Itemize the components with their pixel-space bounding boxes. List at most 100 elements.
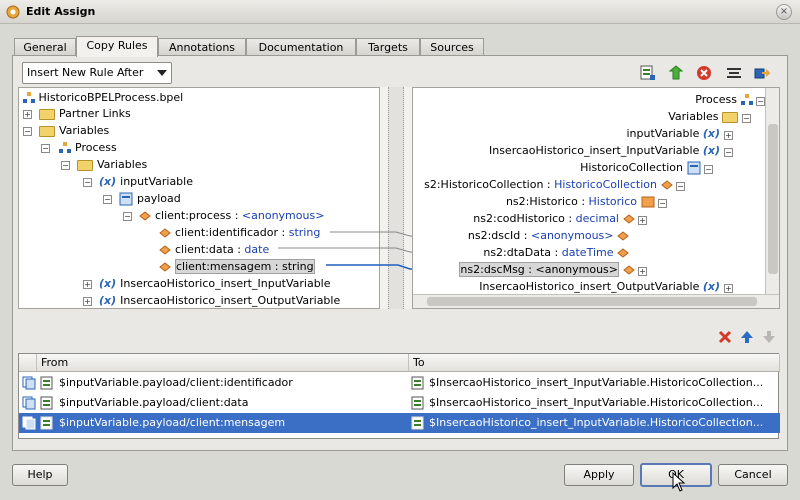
tree-partner-links[interactable]: Partner Links (39, 106, 131, 122)
expression-icon (40, 396, 53, 410)
type: decimal (575, 212, 619, 225)
tree-client-identificador[interactable]: client:identificador : string (159, 225, 320, 241)
target-input-variable[interactable]: inputVariable (x) + (627, 126, 733, 142)
collapse-icon[interactable]: − (676, 182, 685, 191)
label: InsercaoHistorico_insert_OutputVariable (479, 280, 700, 293)
collapse-icon[interactable]: − (83, 178, 92, 187)
horizontal-scrollbar[interactable] (413, 294, 779, 308)
table-row-selected[interactable]: $inputVariable.payload/client:mensagem $… (19, 413, 780, 433)
collapse-icon[interactable]: − (704, 165, 713, 174)
target-tree[interactable]: Process − Variables − inputVariable (x) +… (412, 87, 780, 309)
target-process[interactable]: Process − (695, 92, 765, 108)
apply-button[interactable]: Apply (564, 464, 634, 486)
tab-sources[interactable]: Sources (420, 38, 484, 56)
tree-variables-inner[interactable]: Variables (77, 157, 147, 173)
rule-from: $inputVariable.payload/client:identifica… (59, 376, 293, 389)
rule-insert-mode-select[interactable]: Insert New Rule After (22, 62, 172, 84)
cancel-button[interactable]: Cancel (718, 464, 788, 486)
label: Variables (97, 158, 148, 171)
tree-input-variable[interactable]: (x) inputVariable (99, 174, 193, 190)
type-separator: : (271, 260, 283, 273)
splitter[interactable] (388, 87, 404, 309)
tab-general[interactable]: General (14, 38, 76, 56)
target-insert-input[interactable]: InsercaoHistorico_insert_InputVariable (… (489, 143, 733, 159)
help-button[interactable]: Help (12, 464, 68, 486)
folder-icon (39, 125, 55, 137)
target-ns2-historico[interactable]: ns2:Historico : Historico − (506, 194, 667, 210)
tree-root[interactable]: HistoricoBPELProcess.bpel (23, 90, 183, 106)
expression-builder-icon[interactable] (640, 65, 656, 81)
label: Partner Links (59, 107, 131, 120)
variable-icon: (x) (99, 277, 117, 290)
scroll-thumb[interactable] (768, 124, 778, 274)
table-row[interactable]: $inputVariable.payload/client:identifica… (19, 373, 780, 393)
rule-from: $inputVariable.payload/client:mensagem (59, 416, 286, 429)
tree-insert-output[interactable]: (x) InsercaoHistorico_insert_OutputVariab… (99, 293, 340, 308)
collapse-icon[interactable]: − (742, 114, 751, 123)
expand-icon[interactable]: + (638, 267, 647, 276)
xml-fragment-icon[interactable] (668, 65, 684, 81)
literal-icon[interactable] (726, 65, 742, 81)
target-dsc-id[interactable]: ns2:dscId : <anonymous> (468, 228, 629, 244)
expand-icon[interactable]: + (724, 131, 733, 140)
expand-icon[interactable]: + (638, 216, 647, 225)
collapse-icon[interactable]: − (61, 161, 70, 170)
target-ns2-collection[interactable]: s2:HistoricoCollection : HistoricoCollec… (424, 177, 685, 193)
collapse-icon[interactable]: − (756, 97, 765, 106)
move-up-icon[interactable] (740, 330, 754, 344)
tab-targets[interactable]: Targets (356, 38, 420, 56)
tree-client-process[interactable]: client:process : <anonymous> (139, 208, 324, 224)
rule-to: $InsercaoHistorico_insert_InputVariable.… (429, 396, 764, 409)
table-header-to[interactable]: To (409, 354, 780, 372)
scroll-thumb[interactable] (427, 297, 757, 306)
expand-icon[interactable]: + (83, 280, 92, 289)
collapse-icon[interactable]: − (724, 148, 733, 157)
close-window-button[interactable]: × (776, 4, 792, 20)
collapse-icon[interactable]: − (658, 199, 667, 208)
expression-icon (40, 376, 53, 390)
vertical-scrollbar[interactable] (765, 88, 779, 296)
copy-rules-table[interactable]: From To $inputVariable.payload/client:id… (18, 353, 780, 439)
tree-client-mensagem[interactable]: client:mensagem : string (159, 259, 315, 275)
variable-icon: (x) (702, 127, 720, 140)
target-cod-historico[interactable]: ns2:codHistorico : decimal + (473, 211, 647, 227)
label: client:process (155, 209, 232, 222)
tree-client-data[interactable]: client:data : date (159, 242, 269, 258)
append-icon[interactable] (754, 65, 770, 81)
label: Process (75, 141, 117, 154)
tree-process[interactable]: Process (59, 140, 117, 156)
tab-annotations[interactable]: Annotations (158, 38, 246, 56)
collapse-icon[interactable]: − (103, 195, 112, 204)
collapse-icon[interactable]: − (41, 144, 50, 153)
tree-insert-input[interactable]: (x) InsercaoHistorico_insert_InputVariabl… (99, 276, 331, 292)
expand-icon[interactable]: + (724, 284, 733, 293)
source-tree[interactable]: HistoricoBPELProcess.bpel + Partner Link… (18, 87, 380, 309)
type-separator: : (231, 209, 242, 222)
tree-variables[interactable]: Variables (39, 123, 109, 139)
type: Historico (588, 195, 637, 208)
target-dta-data[interactable]: ns2:dtaData : dateTime (483, 245, 629, 261)
target-variables[interactable]: Variables − (668, 109, 751, 125)
type-separator: : (577, 195, 589, 208)
mapping-canvas[interactable] (380, 87, 412, 309)
label: inputVariable (120, 175, 193, 188)
tree-payload[interactable]: payload (119, 191, 181, 207)
element-icon (159, 262, 171, 272)
rule-from: $inputVariable.payload/client:data (59, 396, 249, 409)
target-dsc-msg[interactable]: ns2:dscMsg : <anonymous> + (459, 262, 647, 278)
table-row[interactable]: $inputVariable.payload/client:data $Inse… (19, 393, 780, 413)
table-header-from[interactable]: From (37, 354, 409, 372)
expand-icon[interactable]: + (23, 110, 32, 119)
target-historico-collection[interactable]: HistoricoCollection − (580, 160, 713, 176)
move-down-icon[interactable] (762, 330, 776, 344)
label: client:mensagem (176, 260, 272, 273)
expand-icon[interactable]: + (83, 297, 92, 306)
collapse-icon[interactable]: − (123, 212, 132, 221)
delete-rule-icon[interactable] (718, 330, 732, 344)
label: InsercaoHistorico_insert_InputVariable (488, 144, 700, 157)
tab-documentation[interactable]: Documentation (246, 38, 356, 56)
target-insert-output[interactable]: InsercaoHistorico_insert_OutputVariable … (479, 279, 733, 295)
tab-copy-rules[interactable]: Copy Rules (76, 36, 158, 57)
remove-icon[interactable] (696, 65, 712, 81)
collapse-icon[interactable]: − (23, 127, 32, 136)
